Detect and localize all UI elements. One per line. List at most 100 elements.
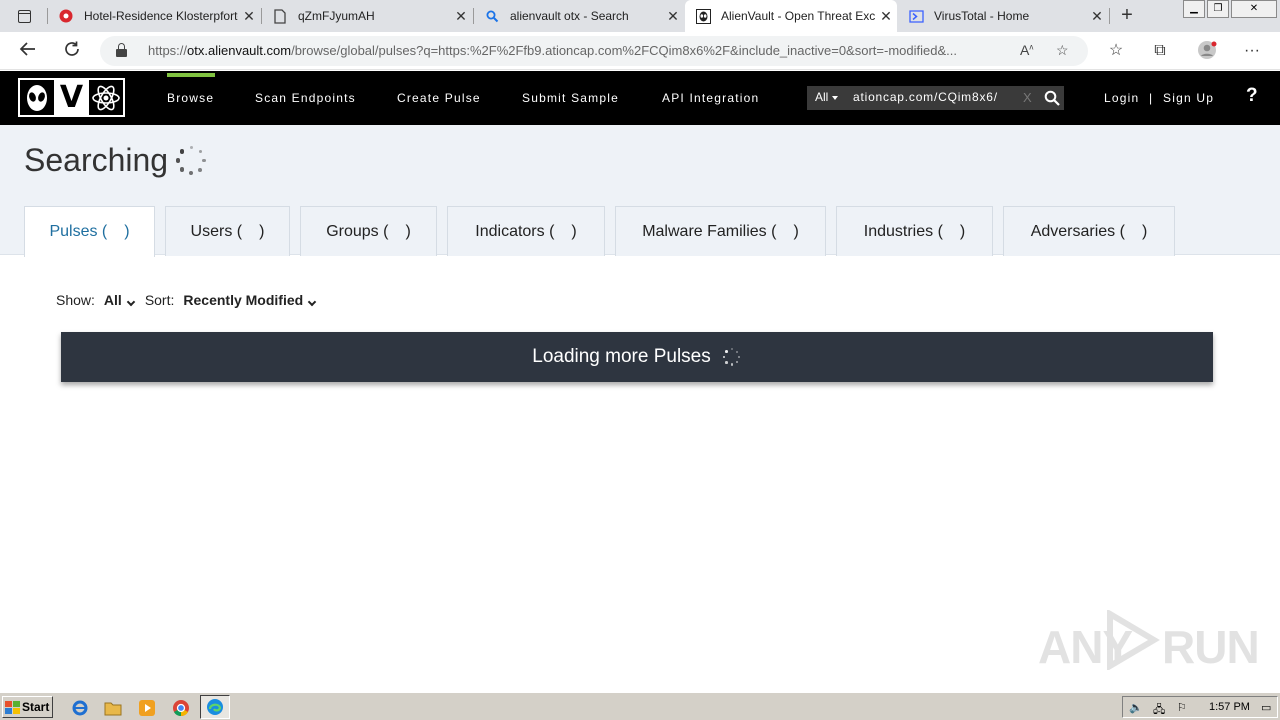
- nav-browse[interactable]: Browse: [167, 73, 216, 108]
- watermark-text-run: RUN: [1162, 621, 1260, 673]
- sort-select[interactable]: Recently Modified: [183, 292, 317, 308]
- spinner-dot: [730, 348, 733, 351]
- url-text[interactable]: https://otx.alienvault.com/browse/global…: [148, 43, 1012, 58]
- add-favorite-icon[interactable]: ☆: [1056, 42, 1069, 59]
- start-button[interactable]: Start: [2, 696, 53, 718]
- internet-explorer-icon[interactable]: [69, 697, 91, 719]
- url-host: otx.alienvault.com: [187, 43, 292, 58]
- sort-value: Recently Modified: [183, 292, 304, 308]
- nav-create-pulse[interactable]: Create Pulse: [397, 88, 481, 108]
- read-aloud-icon[interactable]: Aʌ: [1020, 42, 1033, 58]
- chevron-down-icon: [307, 297, 317, 307]
- tab-indicators-label: Indicators (: [475, 222, 555, 240]
- browser-tab-5[interactable]: VirusTotal - Home ✕: [898, 0, 1108, 32]
- help-icon[interactable]: ?: [1246, 85, 1258, 107]
- tab-actions-menu[interactable]: [6, 5, 42, 27]
- tab-pulses[interactable]: Pulses (): [24, 206, 155, 257]
- nav-submit-sample[interactable]: Submit Sample: [522, 88, 619, 108]
- volume-icon[interactable]: 🔈: [1129, 701, 1143, 714]
- search-icon[interactable]: [1044, 90, 1060, 106]
- lock-icon[interactable]: [116, 43, 127, 57]
- loading-spinner-icon: [945, 224, 960, 239]
- show-label: Show:: [56, 292, 95, 308]
- refresh-button[interactable]: [61, 40, 83, 62]
- edge-icon[interactable]: [200, 695, 230, 719]
- close-icon[interactable]: ✕: [875, 8, 897, 25]
- tab-title: AlienVault - Open Threat Exchange: [721, 9, 875, 23]
- alien-head-icon: [20, 80, 54, 115]
- tab-users[interactable]: Users (): [165, 206, 290, 256]
- browser-tab-3[interactable]: alienvault otx - Search ✕: [474, 0, 684, 32]
- red-shield-icon: [58, 8, 74, 24]
- tab-paren: ): [793, 222, 799, 240]
- loading-spinner-icon: [1127, 224, 1142, 239]
- close-icon[interactable]: ✕: [662, 8, 684, 25]
- window-close-button[interactable]: ✕: [1231, 0, 1277, 18]
- tab-pulses-label: Pulses (: [49, 223, 108, 240]
- show-select[interactable]: All: [104, 292, 136, 308]
- search-icon: [484, 8, 500, 24]
- otx-logo[interactable]: V: [18, 78, 125, 117]
- spinner-dot: [724, 350, 728, 354]
- browser-tab-2[interactable]: qZmFJyumAH ✕: [262, 0, 472, 32]
- caret-down-icon: [832, 95, 839, 100]
- tab-separator: [1109, 8, 1110, 24]
- spinner-dot: [738, 355, 741, 359]
- search-input[interactable]: ationcap.com/CQim8x6/: [853, 90, 1017, 104]
- signup-link[interactable]: Sign Up: [1163, 88, 1214, 108]
- tab-industries[interactable]: Industries (): [836, 206, 993, 256]
- spinner-dot: [179, 167, 185, 172]
- tab-title: Hotel-Residence Klosterpforte: [84, 9, 238, 23]
- tab-actions-icon: [17, 9, 31, 23]
- clear-search-button[interactable]: X: [1023, 90, 1032, 105]
- address-bar[interactable]: https://otx.alienvault.com/browse/global…: [100, 36, 1088, 66]
- action-center-flag-icon[interactable]: ⚐: [1177, 701, 1191, 714]
- chrome-icon[interactable]: [170, 697, 192, 719]
- browser-tab-4-active[interactable]: AlienVault - Open Threat Exchange ✕: [685, 0, 897, 32]
- browser-tab-1[interactable]: Hotel-Residence Klosterpforte ✕: [48, 0, 260, 32]
- nav-api-integration[interactable]: API Integration: [662, 88, 759, 108]
- tab-paren: ): [571, 222, 577, 240]
- spinner-dot: [736, 350, 739, 353]
- loading-text: Loading more Pulses: [532, 346, 711, 367]
- browser-toolbar: https://otx.alienvault.com/browse/global…: [0, 32, 1280, 70]
- tab-adversaries[interactable]: Adversaries (): [1003, 206, 1175, 256]
- tab-indicators[interactable]: Indicators (): [447, 206, 605, 256]
- spinner-dot: [175, 158, 181, 163]
- page-icon: [272, 8, 288, 24]
- spinner-dot: [722, 355, 726, 359]
- profile-avatar-icon[interactable]: [1196, 40, 1218, 62]
- spinner-dot: [202, 158, 206, 163]
- tab-paren: ): [405, 222, 411, 240]
- login-link[interactable]: Login: [1104, 88, 1139, 108]
- search-scope-value: All: [815, 90, 829, 104]
- search-scope-select[interactable]: All: [815, 90, 839, 104]
- new-tab-button[interactable]: +: [1116, 4, 1138, 26]
- close-icon[interactable]: ✕: [1086, 8, 1108, 25]
- minimize-button[interactable]: ▁: [1183, 0, 1205, 18]
- taskbar-clock[interactable]: 1:57 PM: [1209, 701, 1250, 713]
- arrow-left-icon: [19, 42, 35, 56]
- back-button[interactable]: [17, 40, 39, 62]
- favorites-icon[interactable]: ☆: [1105, 40, 1127, 62]
- collections-icon[interactable]: ⧉: [1149, 40, 1171, 62]
- more-menu-icon[interactable]: ···: [1241, 40, 1263, 62]
- close-icon[interactable]: ✕: [238, 8, 260, 25]
- show-desktop-icon[interactable]: ▭: [1261, 701, 1275, 714]
- anyrun-watermark: ANY RUN: [1038, 608, 1260, 673]
- nav-scan-endpoints[interactable]: Scan Endpoints: [255, 88, 356, 108]
- network-icon[interactable]: 🖧: [1153, 701, 1167, 716]
- play-logo-icon: [1107, 610, 1160, 670]
- file-explorer-icon[interactable]: [102, 697, 124, 719]
- spinner-dot: [179, 148, 185, 154]
- header-search: All ationcap.com/CQim8x6/ X: [807, 86, 1064, 110]
- media-player-icon[interactable]: [136, 697, 158, 719]
- tab-groups[interactable]: Groups (): [300, 206, 437, 256]
- close-icon[interactable]: ✕: [450, 8, 472, 25]
- tab-paren: ): [1141, 222, 1148, 240]
- tab-malware-families[interactable]: Malware Families (): [615, 206, 826, 256]
- tab-adversaries-label: Adversaries (: [1030, 222, 1125, 240]
- loading-more-pulses-bar: Loading more Pulses: [61, 332, 1213, 382]
- restore-button[interactable]: ❐: [1207, 0, 1229, 18]
- loading-spinner-icon: [778, 224, 793, 239]
